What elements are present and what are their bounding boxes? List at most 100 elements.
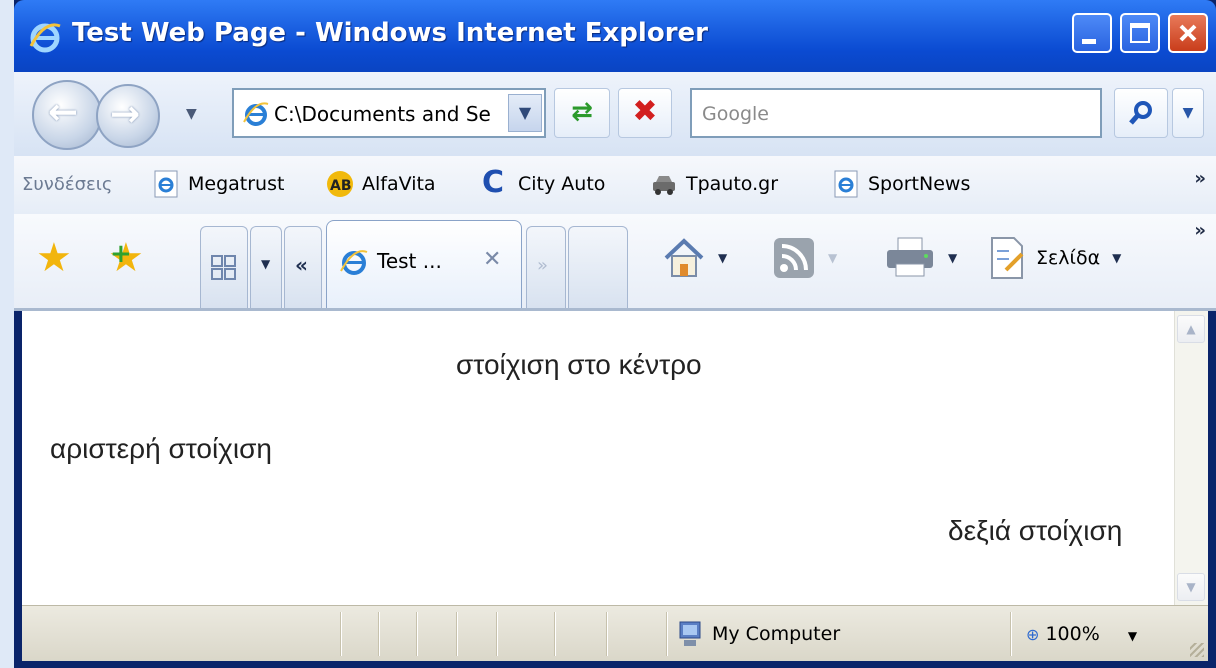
quick-tabs-button[interactable]	[200, 226, 248, 308]
status-separator	[340, 612, 341, 656]
link-megatrust[interactable]: Megatrust	[152, 170, 284, 198]
tab-list-dropdown[interactable]: ▼	[250, 226, 282, 308]
link-label: Megatrust	[188, 173, 285, 195]
refresh-icon: ⇄	[571, 97, 593, 127]
add-to-favorites-icon[interactable]: ★ +	[108, 236, 144, 280]
status-separator	[554, 612, 555, 656]
zoom-control[interactable]: ⊕ 100% ▼	[1026, 623, 1137, 645]
feeds-dropdown-icon[interactable]: ▼	[828, 251, 837, 265]
security-zone-label: My Computer	[712, 623, 841, 645]
command-bar: ★ ★ + ▼ « Test ... ✕ » ▼ ▼ ▼ Σελίδα ▼ »	[14, 214, 1216, 311]
link-label: Tpauto.gr	[686, 173, 779, 195]
scroll-up-icon[interactable]: ▲	[1177, 315, 1205, 343]
ie-page-icon	[154, 170, 178, 198]
search-box[interactable]: Google	[690, 88, 1102, 138]
ab-logo-icon: AB	[327, 171, 353, 197]
links-label: Συνδέσεις	[22, 174, 113, 195]
link-city-auto[interactable]: C City Auto	[482, 165, 606, 200]
ie-logo-icon	[29, 23, 61, 53]
status-separator	[496, 612, 497, 656]
maximize-button[interactable]	[1120, 13, 1160, 53]
ie-page-icon	[243, 102, 269, 126]
minimize-button[interactable]	[1072, 13, 1112, 53]
search-input[interactable]: Google	[702, 103, 769, 125]
my-computer-icon	[679, 621, 701, 646]
scroll-tabs-left-button[interactable]: «	[284, 226, 322, 308]
minimize-icon	[1082, 39, 1096, 44]
ie-page-icon	[834, 170, 858, 198]
page-menu-label: Σελίδα	[1036, 247, 1101, 269]
zoom-dropdown-icon[interactable]: ▼	[1128, 629, 1137, 643]
maximize-icon	[1130, 23, 1150, 43]
link-tpauto[interactable]: Tpauto.gr	[650, 170, 778, 198]
page-menu-button[interactable]: Σελίδα ▼	[988, 236, 1121, 280]
print-dropdown-icon[interactable]: ▼	[948, 251, 957, 265]
close-tab-icon[interactable]: ✕	[483, 247, 501, 272]
command-overflow-chevron[interactable]: »	[1194, 220, 1206, 241]
page-content: στοίχιση στο κέντρο αριστερή στοίχιση δε…	[22, 311, 1174, 605]
navigation-bar: ← → ▼ C:\Documents and Se ▼ ⇄ ✖ Google ▼	[14, 72, 1216, 157]
rss-icon	[774, 238, 814, 278]
status-separator	[456, 612, 457, 656]
ie-window: Test Web Page - Windows Internet Explore…	[14, 0, 1216, 668]
link-label: City Auto	[518, 173, 606, 195]
window-title: Test Web Page - Windows Internet Explore…	[72, 18, 708, 48]
new-tab-button[interactable]	[568, 226, 628, 308]
stop-button[interactable]: ✖	[618, 88, 672, 138]
forward-button[interactable]: →	[96, 84, 160, 148]
double-left-icon: «	[295, 253, 308, 277]
links-bar: Συνδέσεις Megatrust AB AlfaVita C City A…	[14, 156, 1216, 215]
link-alfavita[interactable]: AB AlfaVita	[326, 170, 436, 198]
left-aligned-text: αριστερή στοίχιση	[50, 433, 272, 464]
status-separator	[666, 612, 667, 656]
back-button[interactable]: ←	[32, 80, 102, 150]
status-separator	[378, 612, 379, 656]
status-bar: My Computer ⊕ 100% ▼	[22, 605, 1208, 661]
link-label: AlfaVita	[362, 173, 436, 195]
car-icon	[653, 176, 675, 195]
search-button[interactable]	[1114, 88, 1168, 138]
scroll-tabs-right-button[interactable]: »	[526, 226, 566, 308]
printer-icon	[887, 237, 933, 277]
page-icon	[991, 237, 1024, 279]
search-icon	[1129, 101, 1152, 125]
chevron-down-icon: ▼	[261, 257, 271, 271]
favorites-center-icon[interactable]: ★	[36, 236, 72, 280]
close-button[interactable]	[1168, 13, 1208, 53]
link-sportnews[interactable]: SportNews	[832, 170, 970, 198]
double-right-icon: »	[537, 255, 549, 276]
scroll-down-icon[interactable]: ▼	[1177, 573, 1205, 601]
home-icon	[664, 238, 704, 277]
c-logo-icon: C	[482, 165, 505, 200]
resize-grip-icon[interactable]	[1190, 643, 1204, 657]
address-input[interactable]: C:\Documents and Se	[274, 102, 506, 126]
status-separator	[416, 612, 417, 656]
vertical-scrollbar[interactable]: ▲ ▼	[1174, 311, 1208, 605]
refresh-button[interactable]: ⇄	[554, 88, 610, 138]
ie-page-icon	[340, 250, 368, 275]
close-icon	[1179, 24, 1197, 42]
home-button[interactable]: ▼	[662, 236, 727, 280]
address-bar[interactable]: C:\Documents and Se ▼	[232, 88, 546, 138]
title-bar[interactable]: Test Web Page - Windows Internet Explore…	[14, 0, 1216, 72]
page-dropdown-icon[interactable]: ▼	[1112, 251, 1121, 265]
address-dropdown-icon[interactable]: ▼	[508, 94, 542, 132]
quick-tabs-icon	[211, 255, 236, 280]
back-arrow-icon: ←	[48, 92, 79, 133]
links-overflow-chevron[interactable]: »	[1194, 168, 1206, 189]
svg-text:AB: AB	[330, 178, 352, 194]
tab-test[interactable]: Test ... ✕	[326, 220, 522, 308]
history-dropdown-icon[interactable]: ▼	[186, 106, 197, 122]
home-dropdown-icon[interactable]: ▼	[718, 251, 727, 265]
tab-label: Test ...	[377, 249, 442, 273]
zoom-level: 100%	[1045, 623, 1100, 645]
print-button[interactable]: ▼	[884, 236, 957, 280]
status-separator	[1010, 612, 1011, 656]
zoom-icon: ⊕	[1026, 625, 1040, 644]
right-aligned-text: δεξιά στοίχιση	[948, 515, 1123, 546]
stop-icon: ✖	[632, 94, 658, 129]
search-options-dropdown-icon[interactable]: ▼	[1172, 88, 1204, 138]
forward-arrow-icon: →	[110, 94, 141, 135]
link-label: SportNews	[868, 173, 971, 195]
feeds-button[interactable]: ▼	[772, 236, 837, 280]
